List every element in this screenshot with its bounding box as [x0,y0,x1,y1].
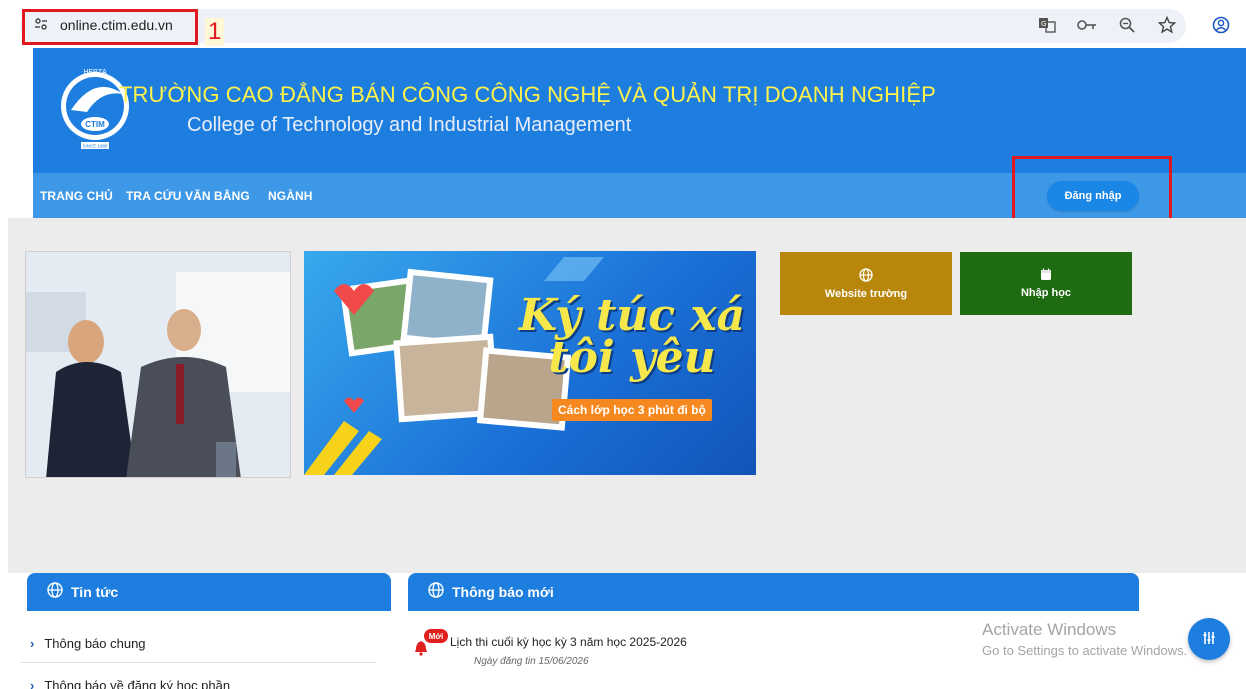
news-divider [20,662,376,663]
main-content: Ký túc xá tôi yêu Cách lớp học 3 phút đi… [8,218,1246,573]
browser-toolbar: online.ctim.edu.vn 1 G [0,0,1246,48]
translate-icon[interactable]: G [1036,14,1058,36]
globe-icon [859,267,873,286]
logo-text: CTIM [85,120,105,129]
profile-icon[interactable] [1210,14,1232,36]
news-item-label: Thông báo chung [44,636,146,651]
annotation-marker-1: 1 [205,18,225,46]
website-tile[interactable]: Website trường [780,252,952,315]
handshake-photo[interactable] [25,251,291,478]
nav-item-majors[interactable]: NGÀNH [268,189,313,203]
banner-title: Ký túc xá tôi yêu [512,290,752,383]
globe-icon [428,581,444,603]
star-icon[interactable] [1156,14,1178,36]
school-title-vietnamese: TRƯỜNG CAO ĐẲNG BÁN CÔNG CÔNG NGHỆ VÀ QU… [119,82,936,107]
zoom-icon[interactable] [1116,14,1138,36]
annotation-box-url [22,9,198,45]
sliders-icon [1202,631,1216,648]
admission-tile-label: Nhập học [1020,287,1072,299]
notice-item-title[interactable]: Lịch thi cuối kỳ học kỳ 3 năm học 2025-2… [450,635,687,649]
logo-top-text: HEPZA [83,69,107,76]
chevron-right-icon: › [30,678,35,689]
notice-item-date: Ngày đăng tin 15/06/2026 [474,656,589,667]
bell-icon [414,640,428,656]
floating-menu-button[interactable] [1188,618,1230,660]
news-item-general[interactable]: › Thông báo chung [30,636,146,651]
toolbar-icons: G [1036,14,1232,36]
banner-title-line2: tôi yêu [548,332,716,383]
calendar-icon [1040,268,1052,285]
school-title-english: College of Technology and Industrial Man… [187,114,632,136]
news-panel-header: Tin tức [27,573,391,611]
key-icon[interactable] [1076,14,1098,36]
new-badge: Mới [424,629,448,643]
banner-subtitle: Cách lớp học 3 phút đi bộ [552,399,712,421]
dormitory-banner[interactable]: Ký túc xá tôi yêu Cách lớp học 3 phút đi… [304,251,756,475]
news-panel-title: Tin tức [71,584,119,600]
globe-icon [47,581,63,603]
site-header: CTIM HEPZA SINCE 1998 TRƯỜNG CAO ĐẲNG BÁ… [33,48,1246,173]
windows-activation-watermark-title: Activate Windows [982,620,1117,639]
news-item-registration[interactable]: › Thông báo về đăng ký học phần [30,678,230,689]
notices-panel-title: Thông báo mới [452,584,554,600]
news-item-label: Thông báo về đăng ký học phần [44,678,231,689]
website-tile-label: Website trường [824,287,908,300]
chevron-right-icon: › [30,636,35,651]
svg-text:G: G [1041,20,1046,28]
logo-since: SINCE 1998 [82,144,108,149]
nav-item-degree-lookup[interactable]: TRA CỨU VĂN BẰNG [126,189,250,203]
admission-tile[interactable]: Nhập học [960,252,1132,315]
banner-title-line1: Ký túc xá [518,290,746,341]
notices-panel-header: Thông báo mới [408,573,1139,611]
windows-activation-watermark-text: Go to Settings to activate Windows. [982,643,1188,658]
nav-item-home[interactable]: TRANG CHỦ [40,189,113,203]
